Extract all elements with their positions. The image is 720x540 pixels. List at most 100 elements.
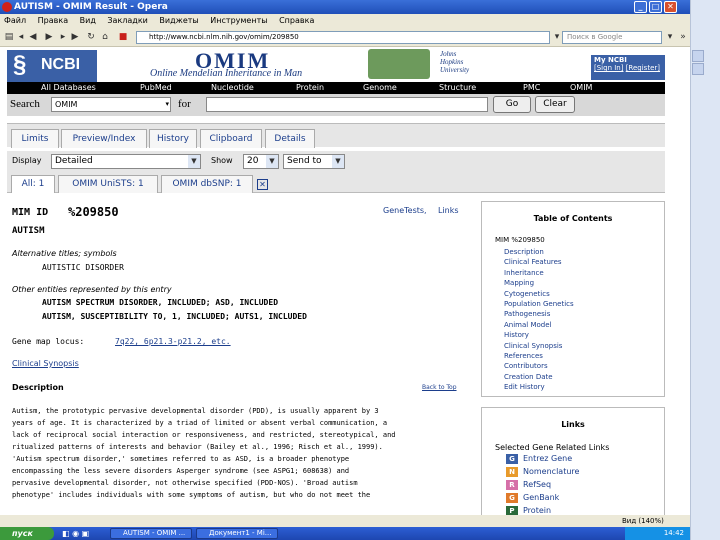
toc-item-description[interactable]: Description: [504, 247, 574, 257]
nav-protein[interactable]: Protein: [296, 82, 324, 94]
google-search-placeholder: Поиск в Google: [567, 33, 623, 41]
show-label: Show: [211, 156, 233, 165]
toc-item-contributors[interactable]: Contributors: [504, 361, 574, 371]
menu-view[interactable]: Вид: [80, 16, 96, 25]
link-protein[interactable]: Protein: [523, 506, 551, 515]
scroll-thumb[interactable]: [692, 63, 704, 75]
links-subtitle: Selected Gene Related Links: [495, 443, 610, 452]
tab-limits[interactable]: Limits: [11, 129, 59, 148]
taskbar: пуск ◧ ◉ ▣ AUTISM - OMIM ... Документ1 -…: [0, 527, 690, 540]
nav-all-databases[interactable]: All Databases: [41, 82, 96, 94]
search-engine-dropdown-icon[interactable]: ▾: [665, 32, 675, 42]
window-title: AUTISM - OMIM Result - Opera: [14, 2, 168, 12]
minimize-button[interactable]: _: [634, 1, 647, 13]
toc-item-pathogenesis[interactable]: Pathogenesis: [504, 309, 574, 319]
start-button[interactable]: пуск: [0, 527, 54, 540]
toc-item-mapping[interactable]: Mapping: [504, 278, 574, 288]
address-dropdown-icon[interactable]: ▾: [552, 32, 562, 42]
menu-bookmarks[interactable]: Закладки: [107, 16, 147, 25]
toc-item-edit-history[interactable]: Edit History: [504, 382, 574, 392]
menu-bar: Файл Правка Вид Закладки Виджеты Инструм…: [0, 14, 690, 28]
mim-id-label: MIM ID: [12, 207, 49, 218]
gene-map-link[interactable]: 7q22, 6p21.3-p21.2, etc.: [115, 337, 231, 346]
start-label: пуск: [12, 529, 33, 538]
my-ncbi-box: My NCBI [Sign In] [Register]: [591, 55, 665, 80]
toc-item-references[interactable]: References: [504, 351, 574, 361]
sign-in-link[interactable]: [Sign In]: [594, 64, 623, 72]
tab-all[interactable]: All: 1: [11, 175, 55, 193]
link-genbank[interactable]: GenBank: [523, 493, 559, 502]
display-format-select[interactable]: Detailed ▼: [51, 154, 201, 169]
tab-clipboard[interactable]: Clipboard: [200, 129, 262, 148]
toc-item-history[interactable]: History: [504, 330, 574, 340]
google-search-input[interactable]: Поиск в Google: [562, 31, 662, 44]
clear-button[interactable]: Clear: [535, 96, 575, 113]
tab-omim-unists[interactable]: OMIM UniSTS: 1: [58, 175, 158, 193]
show-count-select[interactable]: 20 ▼: [243, 154, 279, 169]
forward-icon[interactable]: ▶: [44, 32, 54, 42]
genetests-link[interactable]: GeneTests,: [383, 206, 427, 215]
menu-tools[interactable]: Инструменты: [210, 16, 267, 25]
maximize-button[interactable]: □: [649, 1, 662, 13]
toc-item-creation-date[interactable]: Creation Date: [504, 372, 574, 382]
address-bar[interactable]: http://www.ncbi.nlm.nih.gov/omim/209850: [136, 31, 550, 44]
forward-end-icon[interactable]: ▸: [58, 32, 68, 42]
back-to-top-link[interactable]: Back to Top: [422, 384, 457, 391]
toc-item-inheritance[interactable]: Inheritance: [504, 268, 574, 278]
link-nomenclature[interactable]: Nomenclature: [523, 467, 579, 476]
close-button[interactable]: ✕: [664, 1, 677, 13]
zoom-status[interactable]: Вид (140%): [622, 515, 664, 527]
back-arrow-icon[interactable]: ◀: [28, 32, 38, 42]
database-select-value: OMIM: [55, 100, 78, 109]
display-format-value: Detailed: [55, 156, 93, 166]
tab-history[interactable]: History: [149, 129, 197, 148]
filter-settings-icon[interactable]: ✕: [257, 179, 268, 190]
database-select[interactable]: OMIM ▾: [51, 97, 171, 112]
menu-edit[interactable]: Правка: [38, 16, 68, 25]
task-word-document[interactable]: Документ1 - Mi...: [196, 528, 278, 539]
new-tab-icon[interactable]: ▤: [4, 32, 14, 42]
back-icon[interactable]: ◂: [16, 32, 26, 42]
result-tabs: Limits Preview/Index History Clipboard D…: [7, 123, 665, 148]
quick-launch-icons[interactable]: ◧ ◉ ▣: [62, 529, 89, 538]
bookmark-icon[interactable]: ■: [118, 32, 128, 42]
ncbi-logo[interactable]: § NCBI: [7, 50, 97, 82]
clinical-synopsis-link[interactable]: Clinical Synopsis: [12, 359, 79, 368]
link-entrez-gene[interactable]: Entrez Gene: [523, 454, 572, 463]
register-link[interactable]: [Register]: [626, 64, 660, 72]
go-button[interactable]: Go: [493, 96, 531, 113]
vertical-scrollbar[interactable]: [690, 0, 720, 540]
toc-item-animal-model[interactable]: Animal Model: [504, 320, 574, 330]
jhu-logo: Johns Hopkins University: [440, 50, 469, 74]
tab-omim-dbsnp[interactable]: OMIM dbSNP: 1: [161, 175, 253, 193]
nav-omim[interactable]: OMIM: [570, 82, 592, 94]
nav-genome[interactable]: Genome: [363, 82, 397, 94]
search-label: Search: [10, 98, 40, 110]
links-link[interactable]: Links: [438, 206, 459, 215]
send-to-select[interactable]: Send to ▼: [283, 154, 345, 169]
menu-file[interactable]: Файл: [4, 16, 26, 25]
toc-item-population-genetics[interactable]: Population Genetics: [504, 299, 574, 309]
task-opera-window[interactable]: AUTISM - OMIM ...: [110, 528, 192, 539]
forward-arrow-icon[interactable]: ▶: [70, 32, 80, 42]
search-term-input[interactable]: [206, 97, 488, 112]
toc-item-cytogenetics[interactable]: Cytogenetics: [504, 289, 574, 299]
nav-pmc[interactable]: PMC: [523, 82, 540, 94]
nav-nucleotide[interactable]: Nucleotide: [211, 82, 254, 94]
scroll-up-button[interactable]: [692, 50, 704, 62]
nav-structure[interactable]: Structure: [439, 82, 476, 94]
toc-item-clinical-features[interactable]: Clinical Features: [504, 257, 574, 267]
menu-widgets[interactable]: Виджеты: [159, 16, 198, 25]
menu-help[interactable]: Справка: [279, 16, 314, 25]
nav-pubmed[interactable]: PubMed: [140, 82, 172, 94]
toc-item-clinical-synopsis[interactable]: Clinical Synopsis: [504, 341, 574, 351]
home-icon[interactable]: ⌂: [100, 32, 110, 42]
toc-mim: MIM %209850: [495, 236, 545, 244]
tab-preview-index[interactable]: Preview/Index: [61, 129, 147, 148]
description-line: pervasive developmental disorder, not ot…: [12, 479, 358, 487]
reload-icon[interactable]: ↻: [86, 32, 96, 42]
tab-details[interactable]: Details: [265, 129, 315, 148]
link-refseq[interactable]: RefSeq: [523, 480, 551, 489]
display-bar: Display Detailed ▼ Show 20 ▼ Send to ▼: [7, 151, 665, 173]
toolbar-menu-icon[interactable]: »: [678, 32, 688, 42]
